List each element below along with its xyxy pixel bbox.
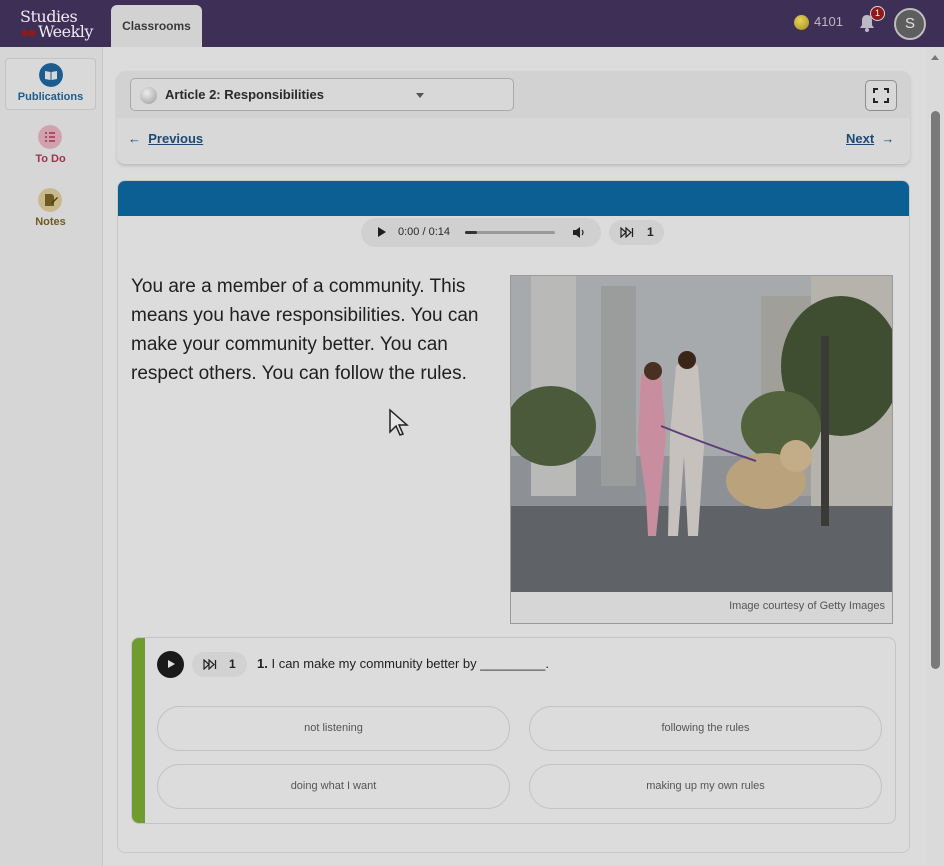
audio-progress-fill: [465, 231, 477, 234]
question-speed-value: 1: [229, 657, 236, 671]
cherry-icon: [21, 29, 36, 37]
arrow-left-icon: ←: [128, 131, 149, 146]
coin-icon: [794, 15, 809, 30]
play-icon[interactable]: [378, 227, 386, 237]
sidebar-item-label: To Do: [35, 153, 66, 165]
sidebar-item-publications[interactable]: Publications: [5, 58, 96, 110]
question-text: 1. I can make my community better by ___…: [257, 656, 549, 671]
scrollbar-thumb[interactable]: [931, 111, 940, 669]
fast-forward-icon: [203, 659, 217, 670]
image-caption: Image courtesy of Getty Images: [729, 600, 885, 612]
sidebar-item-label: Publications: [17, 91, 84, 103]
audio-time: 0:00 / 0:14: [398, 226, 450, 238]
article-body-text: You are a member of a community. This me…: [131, 276, 479, 384]
progress-circle-icon: [140, 87, 157, 104]
sidebar: Publications To Do Notes: [0, 47, 103, 866]
article-selector[interactable]: Article 2: Responsibilities: [130, 78, 514, 111]
scroll-up-arrow[interactable]: [931, 55, 939, 60]
question-prompt: I can make my community better by ______…: [271, 656, 549, 671]
next-label: Next: [846, 131, 875, 146]
studies-weekly-logo[interactable]: Studies Weekly: [16, 7, 96, 41]
sidebar-item-todo[interactable]: To Do: [5, 121, 96, 173]
next-link[interactable]: Next →: [846, 131, 894, 146]
article-color-band: [118, 181, 909, 216]
fullscreen-icon: [873, 88, 889, 103]
audio-speed-button[interactable]: 1: [609, 220, 664, 245]
answer-option[interactable]: not listening: [157, 706, 510, 751]
answer-option[interactable]: doing what I want: [157, 764, 510, 809]
article-selector-title: Article 2: Responsibilities: [165, 87, 324, 102]
checklist-icon: [38, 125, 62, 149]
audio-progress-bar[interactable]: [465, 231, 555, 234]
previous-link[interactable]: ← Previous: [128, 131, 203, 146]
previous-label: Previous: [148, 131, 204, 146]
question-number: 1.: [257, 656, 268, 671]
sidebar-item-notes[interactable]: Notes: [5, 184, 96, 236]
top-bar: Studies Weekly Classrooms 4101 1 S: [0, 0, 944, 47]
article-nav-bar: [117, 118, 910, 164]
article-photo: [511, 276, 892, 592]
coin-count: 4101: [814, 14, 843, 29]
user-avatar[interactable]: S: [894, 8, 926, 40]
tab-classrooms[interactable]: Classrooms: [111, 5, 202, 47]
volume-icon[interactable]: [572, 226, 586, 239]
notification-badge: 1: [870, 6, 885, 21]
sidebar-item-label: Notes: [35, 216, 66, 228]
mouse-cursor-icon: [389, 408, 409, 436]
chevron-down-icon: [416, 93, 424, 98]
arrow-right-icon: →: [874, 131, 895, 146]
fast-forward-icon: [620, 227, 634, 238]
book-icon: [39, 63, 63, 87]
answer-option[interactable]: making up my own rules: [529, 764, 882, 809]
family-walking-dog-photo: [511, 276, 892, 592]
audio-player[interactable]: 0:00 / 0:14: [361, 218, 601, 247]
question-play-button[interactable]: [157, 651, 184, 678]
audio-speed-value: 1: [647, 225, 654, 239]
article-image-frame: Image courtesy of Getty Images: [510, 275, 893, 624]
notes-icon: [38, 188, 62, 212]
question-accent-bar: [132, 638, 145, 823]
question-speed-button[interactable]: 1: [192, 652, 247, 677]
fullscreen-button[interactable]: [865, 80, 897, 111]
logo-text-line2: Weekly: [38, 22, 93, 41]
answer-option[interactable]: following the rules: [529, 706, 882, 751]
